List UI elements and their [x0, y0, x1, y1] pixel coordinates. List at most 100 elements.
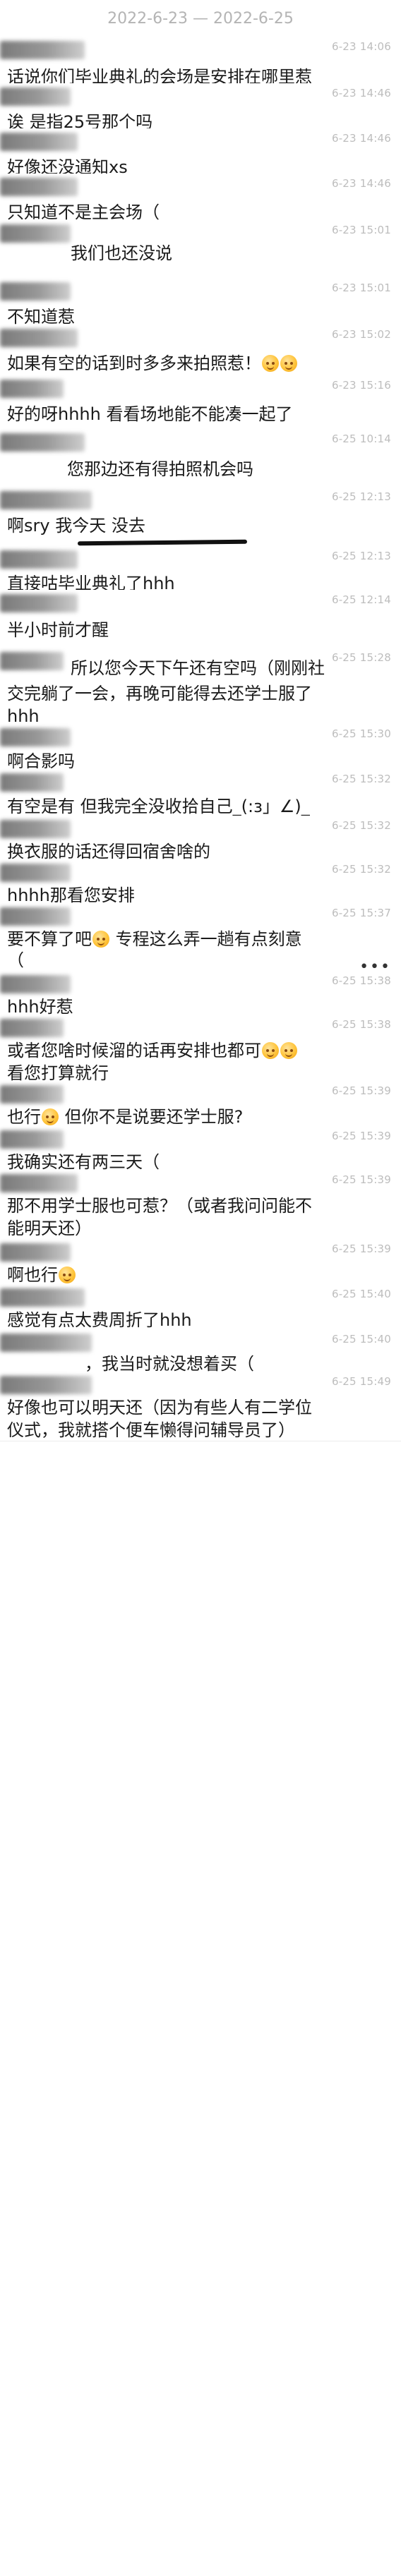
message-row[interactable]: 6-25 15:39 那不用学士服也可惹？（或者我问问能不 能明天还） — [0, 1170, 401, 1240]
message-row[interactable]: 6-25 15:32 换衣服的话还得回宿舍啥的 — [0, 816, 401, 861]
message-row[interactable]: 6-25 15:38 或者您啥时候溜的话再安排也都可 看您打算就行 — [0, 1015, 401, 1083]
redacted-sender-name — [0, 224, 71, 243]
message-text-content: 啊sry 我今天 没去 — [7, 516, 145, 536]
message-timestamp: 6-25 15:39 — [331, 1084, 391, 1097]
redacted-sender-name — [0, 1174, 78, 1192]
message-timestamp: 6-25 15:40 — [331, 1288, 391, 1300]
message-text: 有空是有 但我完全没收拾自己_(:з」∠)_ — [7, 794, 310, 818]
message-timestamp: 6-23 15:16 — [331, 379, 391, 392]
message-timestamp: 6-25 12:14 — [331, 593, 391, 606]
message-text: 能明天还） — [7, 1216, 92, 1240]
message-timestamp: 6-25 15:39 — [331, 1173, 391, 1186]
message-text-content: 好像也可以明天还（因为有些人有二学位 — [7, 1398, 312, 1417]
message-text: （ — [7, 948, 24, 972]
message-row[interactable]: 6-25 15:28 所以您今天下午还有空吗（刚刚社交完躺了一会，再晚可能得去还学… — [0, 648, 401, 726]
message-text-content: 或者您啥时候溜的话再安排也都可 — [7, 1041, 261, 1060]
message-text: 啊sry 我今天 没去 — [7, 514, 145, 538]
message-timestamp: 6-23 15:02 — [331, 328, 391, 341]
message-row[interactable]: 6-23 15:01 我们也还没说 — [0, 220, 401, 279]
message-row[interactable]: 6-25 15:49 好像也可以明天还（因为有些人有二学位 仪式，我就搭个便车懒得问… — [0, 1372, 401, 1441]
message-text-content: 能明天还） — [7, 1219, 92, 1238]
redacted-sender-name — [0, 178, 78, 196]
message-row[interactable]: 6-25 12:13 啊sry 我今天 没去 — [0, 487, 401, 547]
message-row[interactable]: 6-23 15:16 好的呀hhhh 看看场地能不能凑一起了 — [0, 375, 401, 430]
message-row[interactable]: 6-23 15:02 如果有空的话到时多多来拍照惹！ — [0, 325, 401, 376]
message-timestamp: 6-25 15:30 — [331, 727, 391, 740]
message-text-content: hhhh那看您安排 — [7, 885, 135, 905]
message-text-content: 所以您今天下午还有空吗（刚刚社 — [71, 658, 325, 678]
message-text-content: 看您打算就行 — [7, 1063, 109, 1083]
message-row[interactable]: 6-25 15:39 我确实还有两三天（ — [0, 1126, 401, 1172]
message-row[interactable]: 6-25 15:40 感觉有点太费周折了hhh — [0, 1284, 401, 1330]
message-row[interactable]: 6-25 15:37 要不算了吧 专程这么弄一趟有点刻意（ — [0, 903, 401, 972]
emoji-icon — [92, 931, 109, 948]
message-timestamp: 6-25 15:39 — [331, 1130, 391, 1142]
message-text-content: ，我当时就没想着买（ — [85, 1354, 254, 1374]
message-row[interactable]: 6-25 15:32 hhhh那看您安排 — [0, 859, 401, 905]
more-options-icon[interactable]: ••• — [359, 958, 391, 976]
message-text-content: 啊也行 — [7, 1265, 58, 1285]
message-text-content: 啊合影吗 — [7, 751, 75, 771]
message-timestamp: 6-25 12:13 — [331, 550, 391, 562]
message-row[interactable]: 6-25 15:32 有空是有 但我完全没收拾自己_(:з」∠)_ — [0, 769, 401, 816]
message-text-content: 好的呀hhhh 看看场地能不能凑一起了 — [7, 404, 293, 424]
redacted-sender-name — [0, 907, 71, 926]
message-text: 仪式，我就搭个便车懒得问辅导员了） — [7, 1418, 295, 1442]
redacted-sender-name — [0, 864, 71, 882]
message-timestamp: 6-23 14:46 — [331, 177, 391, 190]
redacted-sender-name — [0, 433, 85, 452]
message-timestamp: 6-25 15:40 — [331, 1333, 391, 1346]
message-timestamp: 6-25 15:32 — [331, 863, 391, 876]
message-text: 半小时前才醒 — [7, 618, 109, 642]
message-timestamp: 6-25 15:49 — [331, 1375, 391, 1388]
message-timestamp: 6-25 12:13 — [331, 490, 391, 503]
message-row[interactable]: 6-25 15:39 啊也行 — [0, 1239, 401, 1285]
message-timestamp: 6-25 10:14 — [331, 433, 391, 445]
message-row[interactable]: 6-25 15:30 啊合影吗 — [0, 724, 401, 771]
message-text: 如果有空的话到时多多来拍照惹！ — [7, 351, 298, 375]
message-text: 也行 但你不是说要还学士服? — [7, 1105, 243, 1129]
redacted-sender-name — [0, 975, 71, 993]
message-text-content: 只知道不是主会场（ — [7, 202, 160, 222]
redacted-sender-name — [0, 1085, 64, 1103]
message-timestamp: 6-25 15:38 — [331, 974, 391, 987]
message-row[interactable]: 6-23 14:46 只知道不是主会场（ — [0, 174, 401, 222]
underline-annotation — [77, 539, 248, 546]
date-range-header: 2022-6-23 — 2022-6-25 — [107, 10, 294, 28]
redacted-sender-name — [0, 594, 78, 612]
message-row[interactable]: 6-23 14:06 话说你们毕业典礼的会场是安排在哪里惹 — [0, 37, 401, 87]
message-timestamp: 6-25 15:39 — [331, 1242, 391, 1255]
message-text-content: 半小时前才醒 — [7, 620, 109, 640]
message-row[interactable]: 6-25 15:39 也行 但你不是说要还学士服? — [0, 1081, 401, 1127]
message-timestamp: 6-25 15:38 — [331, 1018, 391, 1031]
message-text: 好的呀hhhh 看看场地能不能凑一起了 — [7, 402, 292, 426]
message-timestamp: 6-25 15:28 — [331, 651, 391, 664]
message-row[interactable]: 6-25 12:13 直接咕毕业典礼了hhh — [0, 546, 401, 593]
message-text-part: 但你不是说要还学士服? — [59, 1107, 244, 1127]
redacted-sender-name — [0, 133, 78, 151]
message-text: 交完躺了一会，再晚可能得去还学士服了 — [7, 682, 312, 706]
message-text-content: 感觉有点太费周折了hhh — [7, 1310, 192, 1330]
message-row[interactable]: 6-25 15:38 hhh好惹 ••• — [0, 958, 401, 1017]
message-row[interactable]: 6-23 15:01 不知道惹 — [0, 278, 401, 327]
message-row[interactable]: 6-25 12:14 半小时前才醒 — [0, 590, 401, 648]
message-timestamp: 6-23 14:06 — [331, 40, 391, 53]
message-text: 好像也可以明天还（因为有些人有二学位 — [7, 1396, 312, 1420]
message-text-content: hhh — [7, 706, 40, 726]
message-text: 或者您啥时候溜的话再安排也都可 — [7, 1039, 298, 1063]
message-row[interactable]: 6-25 10:14 您那边还有得拍照机会吗 — [0, 429, 401, 488]
message-row[interactable]: 6-23 14:46 好像还没通知xs — [0, 128, 401, 177]
redacted-sender-name — [0, 380, 64, 398]
redacted-sender-name — [0, 1288, 85, 1307]
emoji-icon — [280, 355, 297, 372]
message-text: 感觉有点太费周折了hhh — [7, 1308, 192, 1332]
message-text-content: 我们也还没说 — [71, 243, 172, 263]
redacted-sender-name — [0, 820, 71, 838]
chat-history-page: 2022-6-23 — 2022-6-25 6-23 14:06 话说你们毕业典礼… — [0, 0, 401, 2576]
message-text-part: 要不算了吧 — [7, 929, 92, 949]
message-row[interactable]: 6-23 14:46 诶 是指25号那个吗 — [0, 83, 401, 132]
message-text-content: 我确实还有两三天（ — [7, 1152, 160, 1172]
message-text-part: 专程这么弄一趟有点刻意 — [110, 929, 302, 949]
redacted-sender-name — [0, 282, 71, 301]
message-row[interactable]: 6-25 15:40 ，我当时就没想着买（ — [0, 1329, 401, 1374]
